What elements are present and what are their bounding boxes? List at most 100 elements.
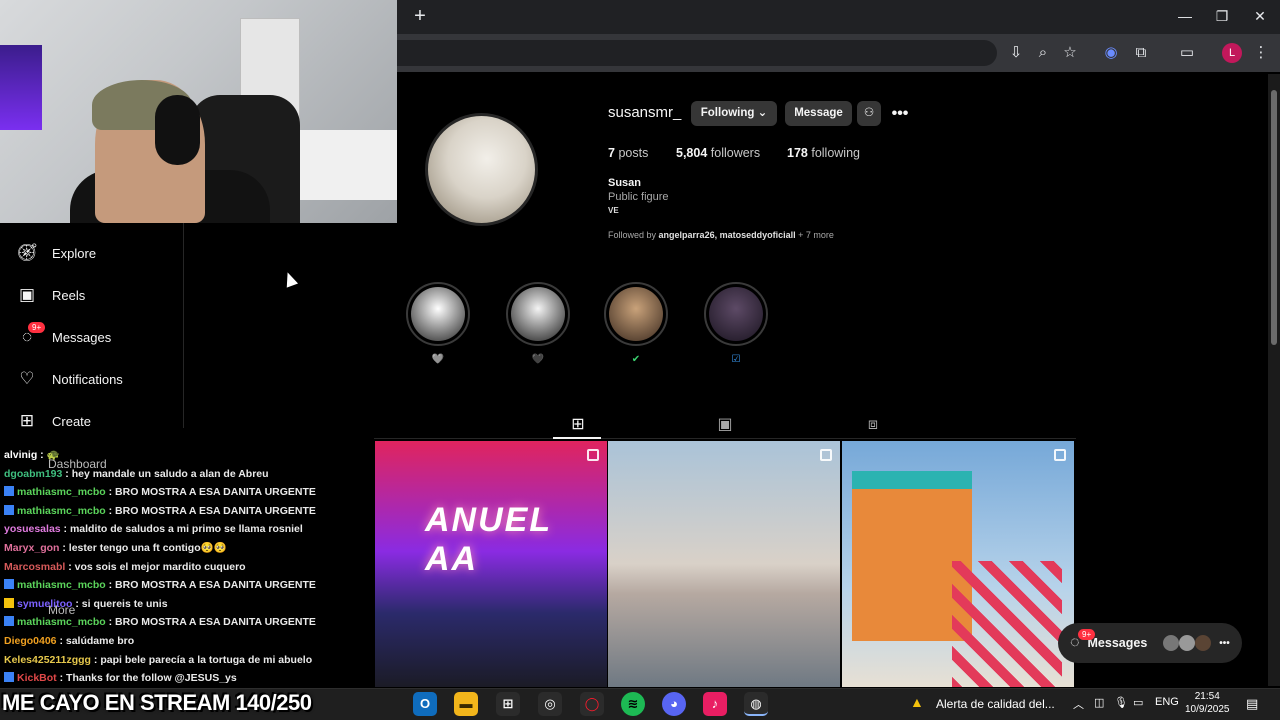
chat-text: si quereis te unis	[81, 597, 168, 610]
meet-icon[interactable]: ◫	[1094, 696, 1104, 709]
tower-ramp	[952, 561, 1062, 687]
obs-icon[interactable]: ◎	[538, 692, 562, 716]
tiktok-icon[interactable]: ♪	[703, 692, 727, 716]
tabs-divider	[374, 438, 1076, 439]
following-count: 178	[787, 146, 808, 160]
address-bar[interactable]	[397, 40, 997, 66]
chat-username[interactable]: Keles425211zggg	[4, 654, 91, 666]
extensions-puzzle-icon[interactable]: ⧉	[1130, 42, 1152, 64]
story-highlight[interactable]	[406, 282, 470, 346]
extension-globe-icon[interactable]: ◉	[1100, 42, 1122, 64]
options-dots-button[interactable]: •••	[890, 101, 910, 126]
chat-message: Diego0406 : salúdame bro	[0, 632, 397, 651]
nav-item-reels[interactable]: ▣ Reels	[16, 280, 85, 310]
post-thumbnail[interactable]: ANUEL AA	[375, 441, 607, 687]
highlight-cover	[709, 287, 763, 341]
outlook-icon[interactable]: O	[413, 692, 437, 716]
chat-message: Marcosmabl : vos sois el mejor mardito c…	[0, 558, 397, 577]
reels-icon: ▣	[717, 416, 733, 433]
post-thumbnail[interactable]	[608, 441, 840, 687]
nav-label: Notifications	[52, 371, 123, 387]
browser-profile-avatar[interactable]: L	[1222, 43, 1242, 63]
avatar	[1163, 635, 1180, 651]
nav-item-notifications[interactable]: ♡ Notifications	[16, 364, 123, 394]
opera-icon[interactable]: ◯	[580, 692, 604, 716]
nav-item-explore[interactable]: 🧭︎ Explore	[16, 238, 96, 268]
followers-stat[interactable]: 5,804 followers	[676, 146, 760, 160]
compass-icon: 🧭︎	[16, 243, 38, 262]
minimize-button[interactable]: —	[1170, 4, 1200, 28]
chat-username[interactable]: mathiasmc_mcbo	[17, 505, 106, 517]
story-highlight[interactable]	[506, 282, 570, 346]
bookmark-star-icon[interactable]: ☆	[1059, 42, 1081, 64]
story-highlight[interactable]	[604, 282, 668, 346]
chat-text: BRO MOSTRA A ESA DANITA URGENTE	[115, 579, 316, 592]
chat-message: yosuesalas : maldito de saludos a mi pri…	[0, 520, 397, 539]
followers-count: 5,804	[676, 146, 708, 160]
message-button[interactable]: Message	[785, 101, 852, 126]
chat-separator: :	[37, 449, 47, 461]
chat-username[interactable]: Maryx_gon	[4, 542, 59, 554]
story-highlight[interactable]	[704, 282, 768, 346]
chat-username[interactable]: Marcosmabl	[4, 561, 65, 573]
bio-name: Susan	[608, 177, 642, 189]
new-tab-button[interactable]: +	[410, 6, 430, 26]
carousel-icon	[820, 449, 832, 461]
chrome-icon[interactable]: ◍	[744, 692, 768, 716]
store-icon[interactable]: ⊞	[496, 692, 520, 716]
chat-username[interactable]: alvinig	[4, 449, 37, 461]
profile-avatar[interactable]	[425, 113, 538, 226]
sidepanel-icon[interactable]: ▭	[1176, 42, 1198, 64]
add-person-icon: ⚇	[863, 107, 875, 119]
tab-reels[interactable]: ▣	[710, 414, 740, 436]
background-bed	[290, 130, 397, 200]
notification-center-icon[interactable]: ▤	[1246, 696, 1258, 712]
chat-text: salúdame bro	[65, 634, 135, 647]
avatar	[1195, 635, 1212, 651]
chat-username[interactable]: mathiasmc_mcbo	[17, 486, 106, 498]
active-tab-indicator	[553, 437, 601, 439]
zoom-icon[interactable]: ⌕	[1032, 42, 1054, 64]
browser-menu-icon[interactable]: ⋮	[1250, 42, 1272, 64]
following-stat[interactable]: 178 following	[787, 146, 860, 160]
following-label: following	[811, 146, 860, 160]
post-thumbnail[interactable]	[842, 441, 1074, 687]
microphone-icon[interactable]: 🎙︎	[1114, 696, 1128, 709]
chat-username[interactable]: Diego0406	[4, 635, 57, 647]
close-window-button[interactable]: ✕	[1245, 4, 1275, 28]
chevron-up-icon[interactable]: ︿	[1073, 696, 1084, 712]
tab-posts-grid[interactable]: ⊞	[563, 414, 593, 436]
chat-username[interactable]: mathiasmc_mcbo	[17, 579, 106, 591]
taskbar-clock[interactable]: 21:54 10/9/2025	[1185, 690, 1230, 716]
scrollbar-thumb[interactable]	[1271, 90, 1277, 345]
following-button[interactable]: Following ⌄	[691, 101, 777, 126]
network-icon[interactable]: ▭	[1133, 696, 1143, 709]
chevron-down-icon: ⌄	[757, 107, 768, 119]
chat-username[interactable]: KickBot	[17, 672, 57, 684]
install-app-icon[interactable]: ⇩	[1005, 42, 1027, 64]
taskbar-notification[interactable]: Alerta de calidad del...	[936, 697, 1055, 711]
suggest-people-button[interactable]: ⚇	[857, 101, 881, 126]
mouse-cursor	[281, 270, 299, 288]
maximize-button[interactable]: ❐	[1207, 4, 1237, 28]
discord-icon[interactable]: ◕	[662, 692, 686, 716]
followed-prefix: Followed by	[608, 230, 657, 240]
chat-text: BRO MOSTRA A ESA DANITA URGENTE	[115, 486, 316, 499]
tab-tagged[interactable]: ⧈	[858, 414, 888, 436]
file-explorer-icon[interactable]: ▬	[454, 692, 478, 716]
chat-username[interactable]: yosuesalas	[4, 523, 61, 535]
messenger-icon: ◌ 9+	[16, 322, 46, 348]
nav-item-messages[interactable]: ◌ 9+ Messages	[16, 322, 111, 352]
followed-by[interactable]: Followed by angelparra26, matoseddyofici…	[608, 230, 834, 240]
spotify-icon[interactable]: ≋	[621, 692, 645, 716]
chat-separator: :	[56, 634, 66, 647]
chat-message: mathiasmc_mcbo : BRO MOSTRA A ESA DANITA…	[0, 502, 397, 521]
chat-text: BRO MOSTRA A ESA DANITA URGENTE	[115, 616, 316, 629]
highlight-label: ☑	[731, 354, 741, 365]
chat-text: papi bele parecía a la tortuga de mi abu…	[100, 653, 313, 666]
language-indicator[interactable]: ENG	[1155, 696, 1179, 708]
tagged-icon: ⧈	[867, 416, 879, 433]
chat-badge-icon	[4, 486, 14, 497]
chat-message: Maryx_gon : lester tengo una ft contigo🥺…	[0, 539, 397, 558]
chat-username[interactable]: mathiasmc_mcbo	[17, 616, 106, 628]
